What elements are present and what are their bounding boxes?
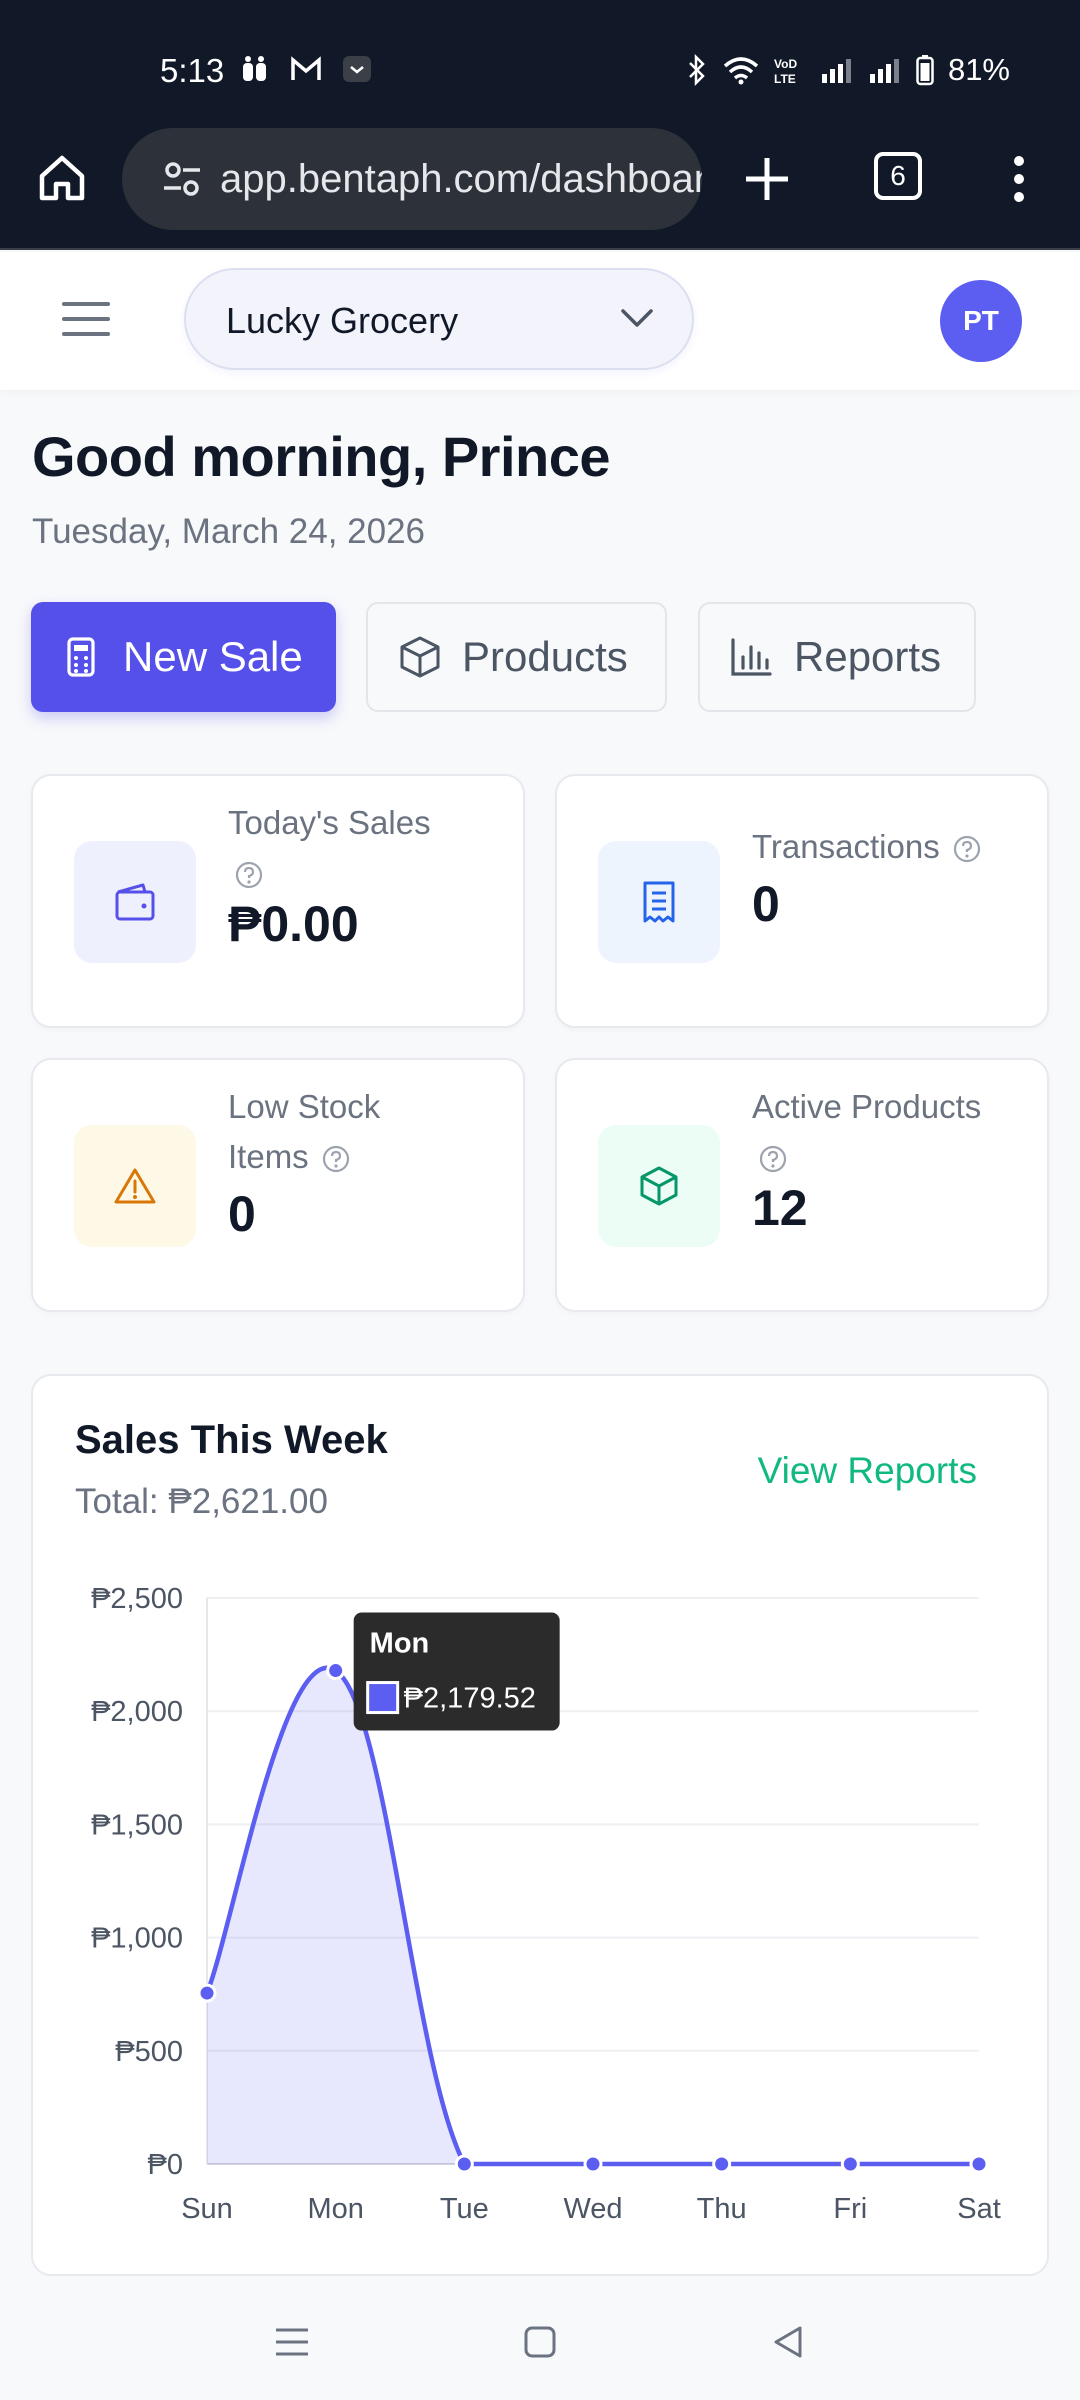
sales-area-fill	[207, 1667, 979, 2164]
y-tick-label: ₱1,500	[91, 1809, 183, 1841]
data-point	[326, 1661, 346, 1681]
active-products-text: Active Products 12	[752, 1082, 1037, 1238]
reports-label: Reports	[794, 633, 942, 680]
box-icon	[400, 636, 440, 678]
address-bar[interactable]: app.bentaph.com/dashboard	[122, 128, 702, 230]
help-icon[interactable]	[758, 1144, 788, 1174]
transactions-label: Transactions	[752, 822, 1037, 872]
x-tick-label: Mon	[307, 2193, 363, 2225]
new-tab-icon[interactable]	[740, 152, 794, 206]
wifi-icon	[723, 57, 759, 85]
system-nav-bar	[0, 2290, 1080, 2400]
reports-button[interactable]: Reports	[698, 602, 976, 712]
active-products-label: Active Products	[752, 1088, 982, 1125]
sales-chart-card: Sales This Week Total: ₱2,621.00 View Re…	[31, 1374, 1049, 2276]
new-sale-label: New Sale	[123, 633, 303, 680]
products-label: Products	[462, 633, 628, 680]
help-icon[interactable]	[952, 834, 982, 864]
x-tick-label: Tue	[440, 2193, 489, 2225]
wallet-icon	[115, 883, 155, 921]
y-tick-label: ₱2,000	[91, 1696, 183, 1728]
notification-icons	[240, 54, 372, 84]
help-icon[interactable]	[234, 860, 264, 890]
cube-icon	[640, 1166, 678, 1206]
signal-icon-1	[821, 59, 851, 83]
svg-text:VoD: VoD	[774, 57, 797, 71]
data-point	[712, 2154, 732, 2174]
tooltip-value: ₱2,179.52	[404, 1683, 536, 1715]
y-tick-label: ₱2,500	[91, 1583, 183, 1615]
data-point	[840, 2154, 860, 2174]
tooltip-swatch	[366, 1681, 400, 1715]
receipt-icon-box	[598, 841, 720, 963]
todays-sales-value: ₱0.00	[228, 896, 359, 952]
signal-icon-2	[869, 59, 899, 83]
warning-icon	[114, 1168, 156, 1204]
x-tick-label: Sat	[957, 2193, 1001, 2225]
transactions-text: Transactions 0	[752, 822, 1037, 934]
y-tick-label: ₱1,000	[91, 1923, 183, 1955]
more-options-icon[interactable]	[1000, 154, 1038, 204]
wallet-icon-box	[74, 841, 196, 963]
sales-line-chart: ₱0 ₱500 ₱1,000 ₱1,500 ₱2,000 ₱2,500 Sun Mon Tue W…	[91, 1583, 1001, 2225]
calculator-icon	[67, 637, 95, 677]
data-point	[969, 2154, 989, 2174]
data-point	[197, 1983, 217, 2003]
todays-sales-label: Today's Sales	[228, 804, 431, 841]
current-date: Tuesday, March 24, 2026	[32, 512, 425, 551]
menu-icon[interactable]	[62, 300, 110, 338]
battery-level: 81%	[947, 52, 1010, 87]
status-time: 5:13	[160, 52, 225, 89]
x-tick-label: Sun	[181, 2193, 233, 2225]
tooltip-day: Mon	[370, 1628, 430, 1660]
products-button[interactable]: Products	[366, 602, 667, 712]
page-title: Good morning, Prince	[32, 425, 611, 488]
app-header: Lucky Grocery PT	[0, 252, 1080, 390]
volte-icon: VoDLTE	[774, 57, 797, 85]
low-stock-card: Low Stock Items 0	[31, 1058, 525, 1312]
data-point	[583, 2154, 603, 2174]
browser-toolbar: app.bentaph.com/dashboard 6	[0, 124, 1080, 250]
low-stock-value: 0	[228, 1186, 256, 1242]
y-tick-label: ₱0	[148, 2149, 183, 2181]
receipt-icon	[643, 881, 675, 923]
bluetooth-icon	[689, 54, 705, 86]
recent-apps-icon[interactable]	[274, 2324, 310, 2360]
chevron-down-icon	[621, 309, 653, 327]
store-selector[interactable]: Lucky Grocery	[184, 268, 694, 370]
notification-badge-icon	[343, 56, 371, 82]
transactions-card: Transactions 0	[555, 774, 1049, 1028]
low-stock-label: Low Stock Items	[228, 1088, 381, 1175]
notification-app-icon	[243, 56, 266, 81]
site-settings-icon[interactable]	[162, 159, 202, 199]
active-products-value: 12	[752, 1180, 808, 1236]
transactions-value: 0	[752, 876, 780, 932]
back-icon[interactable]	[770, 2324, 806, 2360]
home-icon[interactable]	[36, 152, 88, 204]
store-name: Lucky Grocery	[226, 300, 459, 341]
gmail-icon	[291, 56, 321, 80]
avatar[interactable]: PT	[940, 280, 1022, 362]
x-tick-label: Thu	[697, 2193, 747, 2225]
home-nav-icon[interactable]	[522, 2324, 558, 2360]
y-tick-label: ₱500	[115, 2036, 183, 2068]
todays-sales-text: Today's Sales ₱0.00	[228, 798, 513, 954]
active-products-card: Active Products 12	[555, 1058, 1049, 1312]
data-point	[454, 2154, 474, 2174]
warning-icon-box	[74, 1125, 196, 1247]
url-text: app.bentaph.com/dashboard	[220, 156, 702, 201]
svg-text:LTE: LTE	[774, 72, 796, 85]
low-stock-text: Low Stock Items 0	[228, 1082, 513, 1244]
tab-switcher-button[interactable]: 6	[874, 152, 922, 200]
x-tick-label: Fri	[833, 2193, 867, 2225]
x-tick-label: Wed	[563, 2193, 622, 2225]
new-sale-button[interactable]: New Sale	[31, 602, 336, 712]
cube-icon-box	[598, 1125, 720, 1247]
battery-icon	[916, 55, 934, 86]
status-right: VoD LTE 81%	[686, 52, 1010, 88]
help-icon[interactable]	[321, 1144, 351, 1174]
bar-chart-icon	[731, 638, 772, 676]
todays-sales-card: Today's Sales ₱0.00	[31, 774, 525, 1028]
status-bar: 5:13 VoD LTE 81%	[0, 0, 1080, 124]
